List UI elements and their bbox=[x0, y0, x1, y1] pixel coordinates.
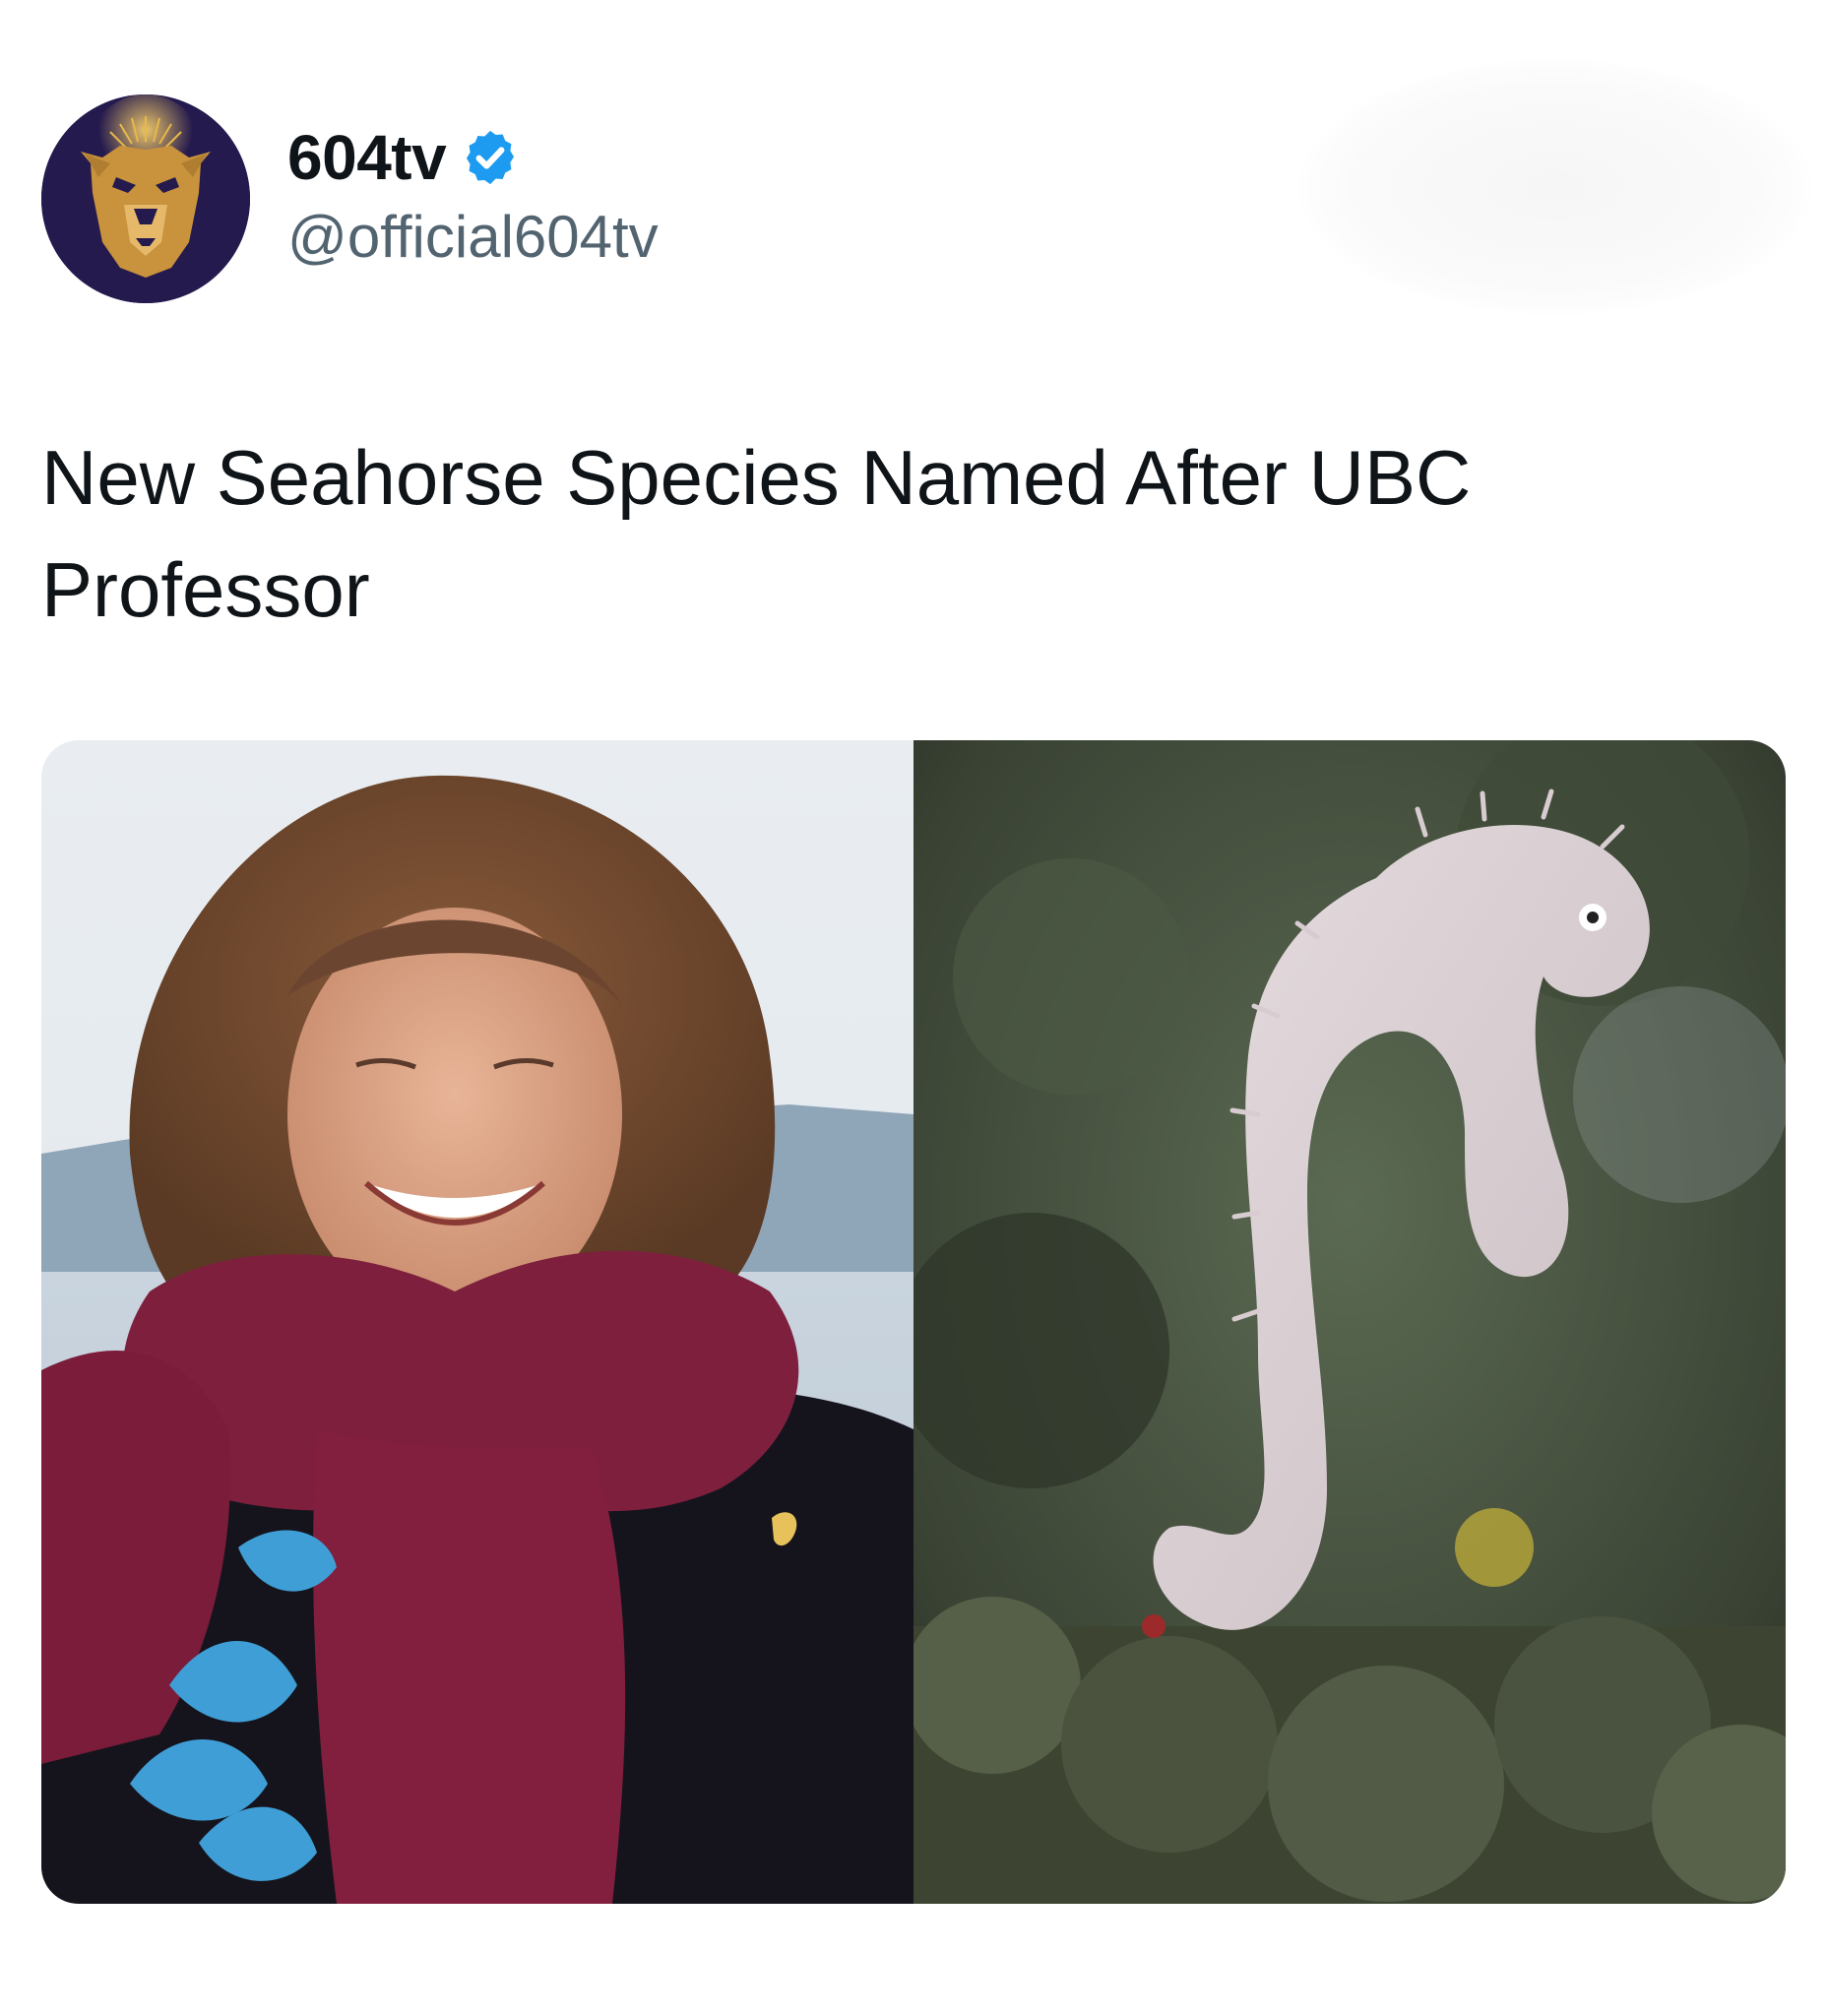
seahorse-photo[interactable] bbox=[914, 740, 1786, 1904]
bear-logo-icon bbox=[41, 94, 250, 303]
author-name-row: 604tv bbox=[287, 118, 521, 197]
display-name[interactable]: 604tv bbox=[287, 121, 447, 194]
author-handle[interactable]: @official604tv bbox=[287, 203, 659, 271]
professor-photo-image bbox=[41, 740, 914, 1904]
verified-badge-icon bbox=[467, 130, 515, 185]
post: 604tv @official604tv New Seahorse Specie… bbox=[0, 0, 1827, 2016]
media-grid[interactable] bbox=[41, 740, 1786, 1904]
blurred-header-area bbox=[1299, 59, 1811, 315]
seahorse-photo-image bbox=[914, 740, 1786, 1904]
professor-photo[interactable] bbox=[41, 740, 914, 1904]
post-text: New Seahorse Species Named After UBC Pro… bbox=[41, 434, 1472, 633]
avatar[interactable] bbox=[41, 94, 250, 303]
